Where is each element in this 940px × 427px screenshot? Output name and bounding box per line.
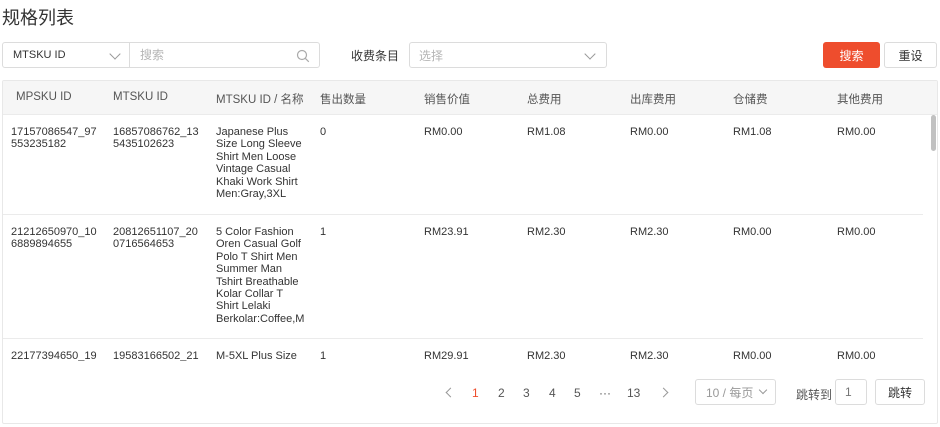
column-header-qty: 售出数量 xyxy=(320,94,366,106)
column-header-storage: 仓储费 xyxy=(733,94,768,106)
chevron-down-icon xyxy=(109,48,121,60)
cell-other: RM0.00 xyxy=(837,350,876,361)
vertical-scrollbar[interactable] xyxy=(930,115,936,361)
page-2[interactable]: 2 xyxy=(498,386,505,400)
cell-sales: RM0.00 xyxy=(424,126,463,138)
scrollbar-thumb[interactable] xyxy=(931,115,936,151)
pagination: 1 2 3 4 5 ··· 13 10 / 每页 跳转到 跳转 xyxy=(3,361,937,423)
cell-name: Japanese Plus Size Long Sleeve Shirt Men… xyxy=(216,126,302,201)
page-size-select[interactable]: 10 / 每页 xyxy=(695,379,776,405)
cell-name: 5 Color Fashion Oren Casual Golf Polo T … xyxy=(216,226,305,325)
jump-label: 跳转到 xyxy=(796,388,833,402)
cell-other: RM0.00 xyxy=(837,226,876,238)
cell-mtsku: 20812651107_200716564653 xyxy=(113,226,198,251)
jump-button[interactable]: 跳转 xyxy=(875,379,925,405)
cell-other: RM0.00 xyxy=(837,126,876,138)
cell-storage: RM0.00 xyxy=(733,350,772,361)
sku-type-select[interactable]: MTSKU ID xyxy=(3,43,130,67)
cell-total: RM1.08 xyxy=(527,126,566,138)
chevron-down-icon xyxy=(758,385,768,395)
reset-button[interactable]: 重设 xyxy=(884,42,937,68)
fee-select-placeholder: 选择 xyxy=(419,48,444,63)
page-13[interactable]: 13 xyxy=(627,386,640,400)
prev-page-icon[interactable] xyxy=(445,387,456,398)
table-header: MPSKU ID MTSKU ID MTSKU ID / 名称 售出数量 销售价… xyxy=(3,81,937,115)
page-size-value: 10 / 每页 xyxy=(706,385,754,400)
page-5[interactable]: 5 xyxy=(574,386,581,400)
table-row[interactable]: 17157086547_97553235182 16857086762_1354… xyxy=(3,115,923,215)
column-header-outbound: 出库费用 xyxy=(630,94,676,106)
page-3[interactable]: 3 xyxy=(523,386,530,400)
filter-group: MTSKU ID xyxy=(2,42,320,68)
chevron-down-icon xyxy=(584,48,596,60)
column-header-sales: 销售价值 xyxy=(424,94,470,106)
cell-total: RM2.30 xyxy=(527,226,566,238)
cell-total: RM2.30 xyxy=(527,350,566,361)
cell-mtsku: 16857086762_135435102623 xyxy=(113,126,199,151)
cell-qty: 1 xyxy=(320,226,327,238)
cell-qty: 1 xyxy=(320,350,327,361)
next-page-icon[interactable] xyxy=(658,387,669,398)
table-body: 17157086547_97553235182 16857086762_1354… xyxy=(3,115,937,361)
page-ellipsis[interactable]: ··· xyxy=(599,386,611,400)
page-4[interactable]: 4 xyxy=(549,386,556,400)
column-header-other: 其他费用 xyxy=(837,94,883,106)
fee-select[interactable]: 选择 xyxy=(409,42,607,68)
sku-type-value: MTSKU ID xyxy=(13,49,66,61)
cell-outbound: RM2.30 xyxy=(630,350,669,361)
search-box xyxy=(130,43,319,67)
cell-mtsku: 19583166502_21 xyxy=(113,350,199,361)
cell-storage: RM1.08 xyxy=(733,126,772,138)
page-1[interactable]: 1 xyxy=(472,386,479,400)
column-header-name: MTSKU ID / 名称 xyxy=(216,94,304,106)
column-header-total: 总费用 xyxy=(527,94,562,106)
cell-outbound: RM2.30 xyxy=(630,226,669,238)
search-button[interactable]: 搜索 xyxy=(823,42,880,68)
cell-sales: RM23.91 xyxy=(424,226,469,238)
fee-label: 收费条目 xyxy=(351,49,400,63)
table-row[interactable]: 21212650970_106889894655 20812651107_200… xyxy=(3,215,923,339)
column-header-mpsku: MPSKU ID xyxy=(16,91,72,103)
search-icon[interactable] xyxy=(296,49,310,63)
cell-sales: RM29.91 xyxy=(424,350,469,361)
cell-mpsku: 22177394650_19 xyxy=(11,350,97,361)
jump-page-input[interactable] xyxy=(835,379,867,405)
cell-mpsku: 17157086547_97553235182 xyxy=(11,126,97,151)
cell-storage: RM0.00 xyxy=(733,226,772,238)
sku-table: MPSKU ID MTSKU ID MTSKU ID / 名称 售出数量 销售价… xyxy=(2,80,938,424)
cell-name: M-5XL Plus Size xyxy=(216,350,297,361)
column-header-mtsku: MTSKU ID xyxy=(113,91,168,103)
cell-mpsku: 21212650970_106889894655 xyxy=(11,226,97,251)
table-row[interactable]: 22177394650_19 19583166502_21 M-5XL Plus… xyxy=(3,339,923,361)
cell-outbound: RM0.00 xyxy=(630,126,669,138)
search-input[interactable] xyxy=(140,48,290,62)
page-title: 规格列表 xyxy=(2,8,74,28)
cell-qty: 0 xyxy=(320,126,327,138)
